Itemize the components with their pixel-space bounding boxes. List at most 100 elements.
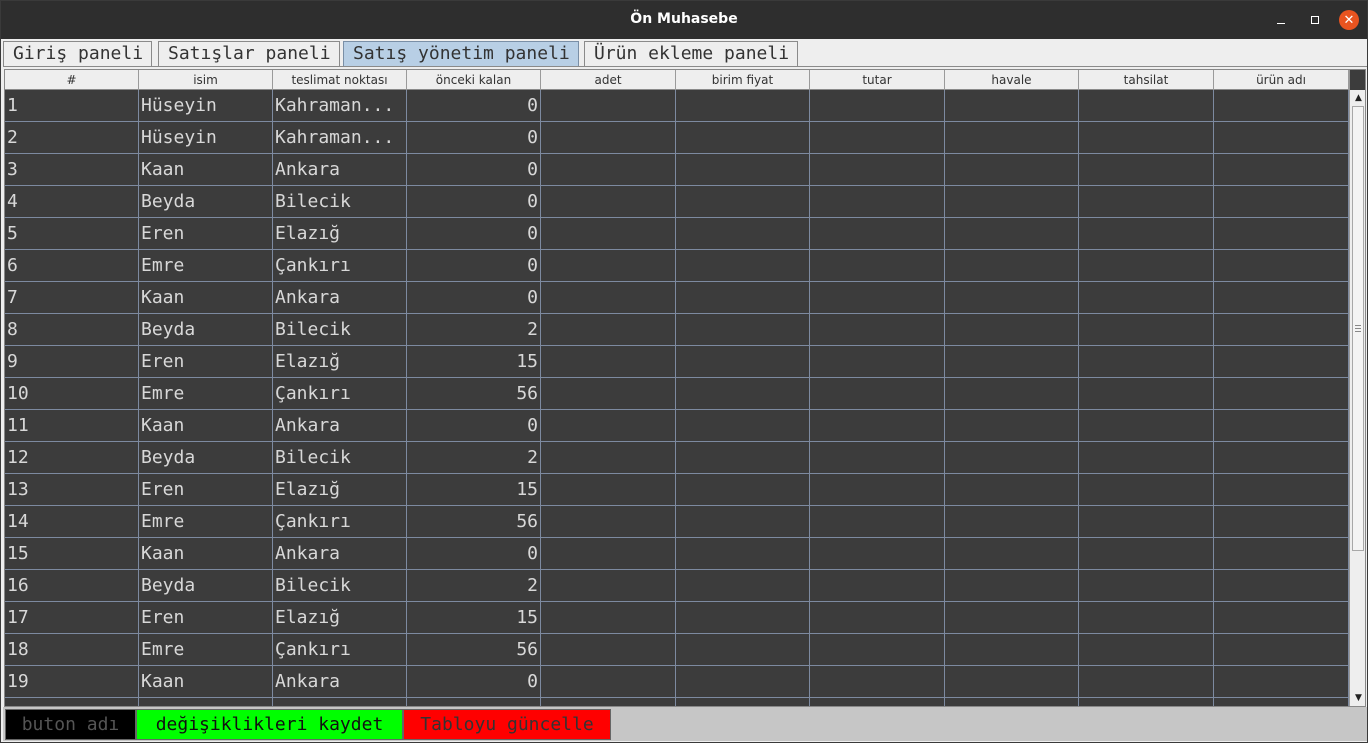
table-cell[interactable]: Elazığ [273, 602, 407, 634]
table-cell[interactable] [1079, 634, 1214, 666]
table-cell[interactable]: Çankırı [273, 506, 407, 538]
table-cell[interactable]: Eren [139, 602, 273, 634]
table-cell[interactable] [1214, 186, 1349, 218]
table-cell[interactable]: 13 [5, 474, 139, 506]
table-cell[interactable] [1079, 186, 1214, 218]
table-cell[interactable] [541, 154, 676, 186]
table-cell[interactable] [541, 474, 676, 506]
table-cell[interactable]: Çankırı [273, 250, 407, 282]
table-cell[interactable]: Kahraman... [273, 122, 407, 154]
table-row[interactable]: 16 Beyda Bilecik 2 [5, 570, 1349, 602]
table-cell[interactable]: Hüseyin [139, 90, 273, 122]
table-cell[interactable] [1079, 154, 1214, 186]
table-cell[interactable] [1079, 410, 1214, 442]
table-cell[interactable] [1079, 666, 1214, 698]
table-cell[interactable] [945, 602, 1079, 634]
scrollbar-thumb[interactable] [1352, 106, 1364, 551]
table-cell[interactable] [945, 570, 1079, 602]
table-cell[interactable] [945, 314, 1079, 346]
table-row[interactable]: 18 Emre Çankırı 56 [5, 634, 1349, 666]
table-cell[interactable]: 2 [5, 122, 139, 154]
table-cell[interactable]: Kaan [139, 282, 273, 314]
table-cell[interactable] [810, 698, 945, 706]
table-cell[interactable] [1214, 442, 1349, 474]
table-cell[interactable] [273, 698, 407, 706]
table-cell[interactable]: 1 [5, 90, 139, 122]
table-cell[interactable] [676, 506, 810, 538]
table-cell[interactable]: Emre [139, 250, 273, 282]
table-cell[interactable]: Beyda [139, 570, 273, 602]
table-cell[interactable] [810, 250, 945, 282]
table-cell[interactable]: Çankırı [273, 378, 407, 410]
table-cell[interactable] [541, 570, 676, 602]
table-row[interactable]: 12 Beyda Bilecik 2 [5, 442, 1349, 474]
table-cell[interactable]: 56 [407, 634, 541, 666]
table-cell[interactable]: 3 [5, 154, 139, 186]
table-cell[interactable]: 15 [407, 346, 541, 378]
table-cell[interactable] [541, 90, 676, 122]
table-row[interactable]: 8 Beyda Bilecik 2 [5, 314, 1349, 346]
table-cell[interactable]: Eren [139, 218, 273, 250]
table-cell[interactable] [1079, 90, 1214, 122]
table-row[interactable]: 15 Kaan Ankara 0 [5, 538, 1349, 570]
table-cell[interactable]: 0 [407, 186, 541, 218]
table-cell[interactable] [945, 634, 1079, 666]
table-cell[interactable] [676, 442, 810, 474]
table-cell[interactable] [945, 666, 1079, 698]
table-row[interactable]: 10 Emre Çankırı 56 [5, 378, 1349, 410]
header-col-index[interactable]: # [5, 70, 139, 90]
table-cell[interactable]: 0 [407, 218, 541, 250]
table-cell[interactable] [945, 122, 1079, 154]
table-cell[interactable]: Beyda [139, 186, 273, 218]
table-cell[interactable] [810, 634, 945, 666]
table-cell[interactable] [541, 282, 676, 314]
table-cell[interactable]: 9 [5, 346, 139, 378]
table-cell[interactable]: Emre [139, 378, 273, 410]
tab-satis-yonetim-paneli[interactable]: Satış yönetim paneli [343, 41, 579, 67]
table-cell[interactable]: Kaan [139, 538, 273, 570]
table-cell[interactable] [1214, 666, 1349, 698]
table-cell[interactable]: 0 [407, 250, 541, 282]
table-row[interactable]: 13 Eren Elazığ 15 [5, 474, 1349, 506]
header-col-quantity[interactable]: adet [541, 70, 676, 90]
table-cell[interactable] [676, 538, 810, 570]
table-cell[interactable]: 10 [5, 378, 139, 410]
table-cell[interactable] [541, 442, 676, 474]
table-cell[interactable]: Bilecik [273, 314, 407, 346]
table-cell[interactable] [1214, 506, 1349, 538]
table-cell[interactable] [1079, 122, 1214, 154]
table-cell[interactable] [1214, 378, 1349, 410]
table-cell[interactable] [676, 602, 810, 634]
table-cell[interactable] [1214, 634, 1349, 666]
table-cell[interactable]: Beyda [139, 442, 273, 474]
table-cell[interactable] [810, 570, 945, 602]
table-cell[interactable] [676, 346, 810, 378]
tab-giris-paneli[interactable]: Giriş paneli [3, 41, 153, 67]
table-cell[interactable] [541, 538, 676, 570]
table-row[interactable]: 2 Hüseyin Kahraman... 0 [5, 122, 1349, 154]
table-cell[interactable] [5, 698, 139, 706]
table-cell[interactable]: 11 [5, 410, 139, 442]
table-cell[interactable] [676, 378, 810, 410]
table-cell[interactable] [676, 634, 810, 666]
header-col-amount[interactable]: tutar [810, 70, 945, 90]
scroll-up-icon[interactable]: ▲ [1353, 92, 1364, 104]
table-cell[interactable] [676, 122, 810, 154]
table-body[interactable]: 1 Hüseyin Kahraman... 0 2 Hüseyin Kahraman... 0… [5, 90, 1349, 706]
table-cell[interactable] [541, 186, 676, 218]
table-cell[interactable] [810, 506, 945, 538]
table-cell[interactable]: 0 [407, 90, 541, 122]
table-cell[interactable]: 12 [5, 442, 139, 474]
table-cell[interactable] [541, 250, 676, 282]
table-cell[interactable] [1079, 506, 1214, 538]
table-row[interactable]: 9 Eren Elazığ 15 [5, 346, 1349, 378]
table-cell[interactable] [541, 314, 676, 346]
table-cell[interactable] [541, 378, 676, 410]
table-cell[interactable]: 0 [407, 122, 541, 154]
table-cell[interactable] [945, 698, 1079, 706]
table-cell[interactable] [676, 154, 810, 186]
table-cell[interactable]: Çankırı [273, 634, 407, 666]
table-cell[interactable]: 5 [5, 218, 139, 250]
sales-table[interactable]: # isim teslimat noktası önceki kalan adet bir… [4, 69, 1366, 707]
table-cell[interactable] [810, 314, 945, 346]
